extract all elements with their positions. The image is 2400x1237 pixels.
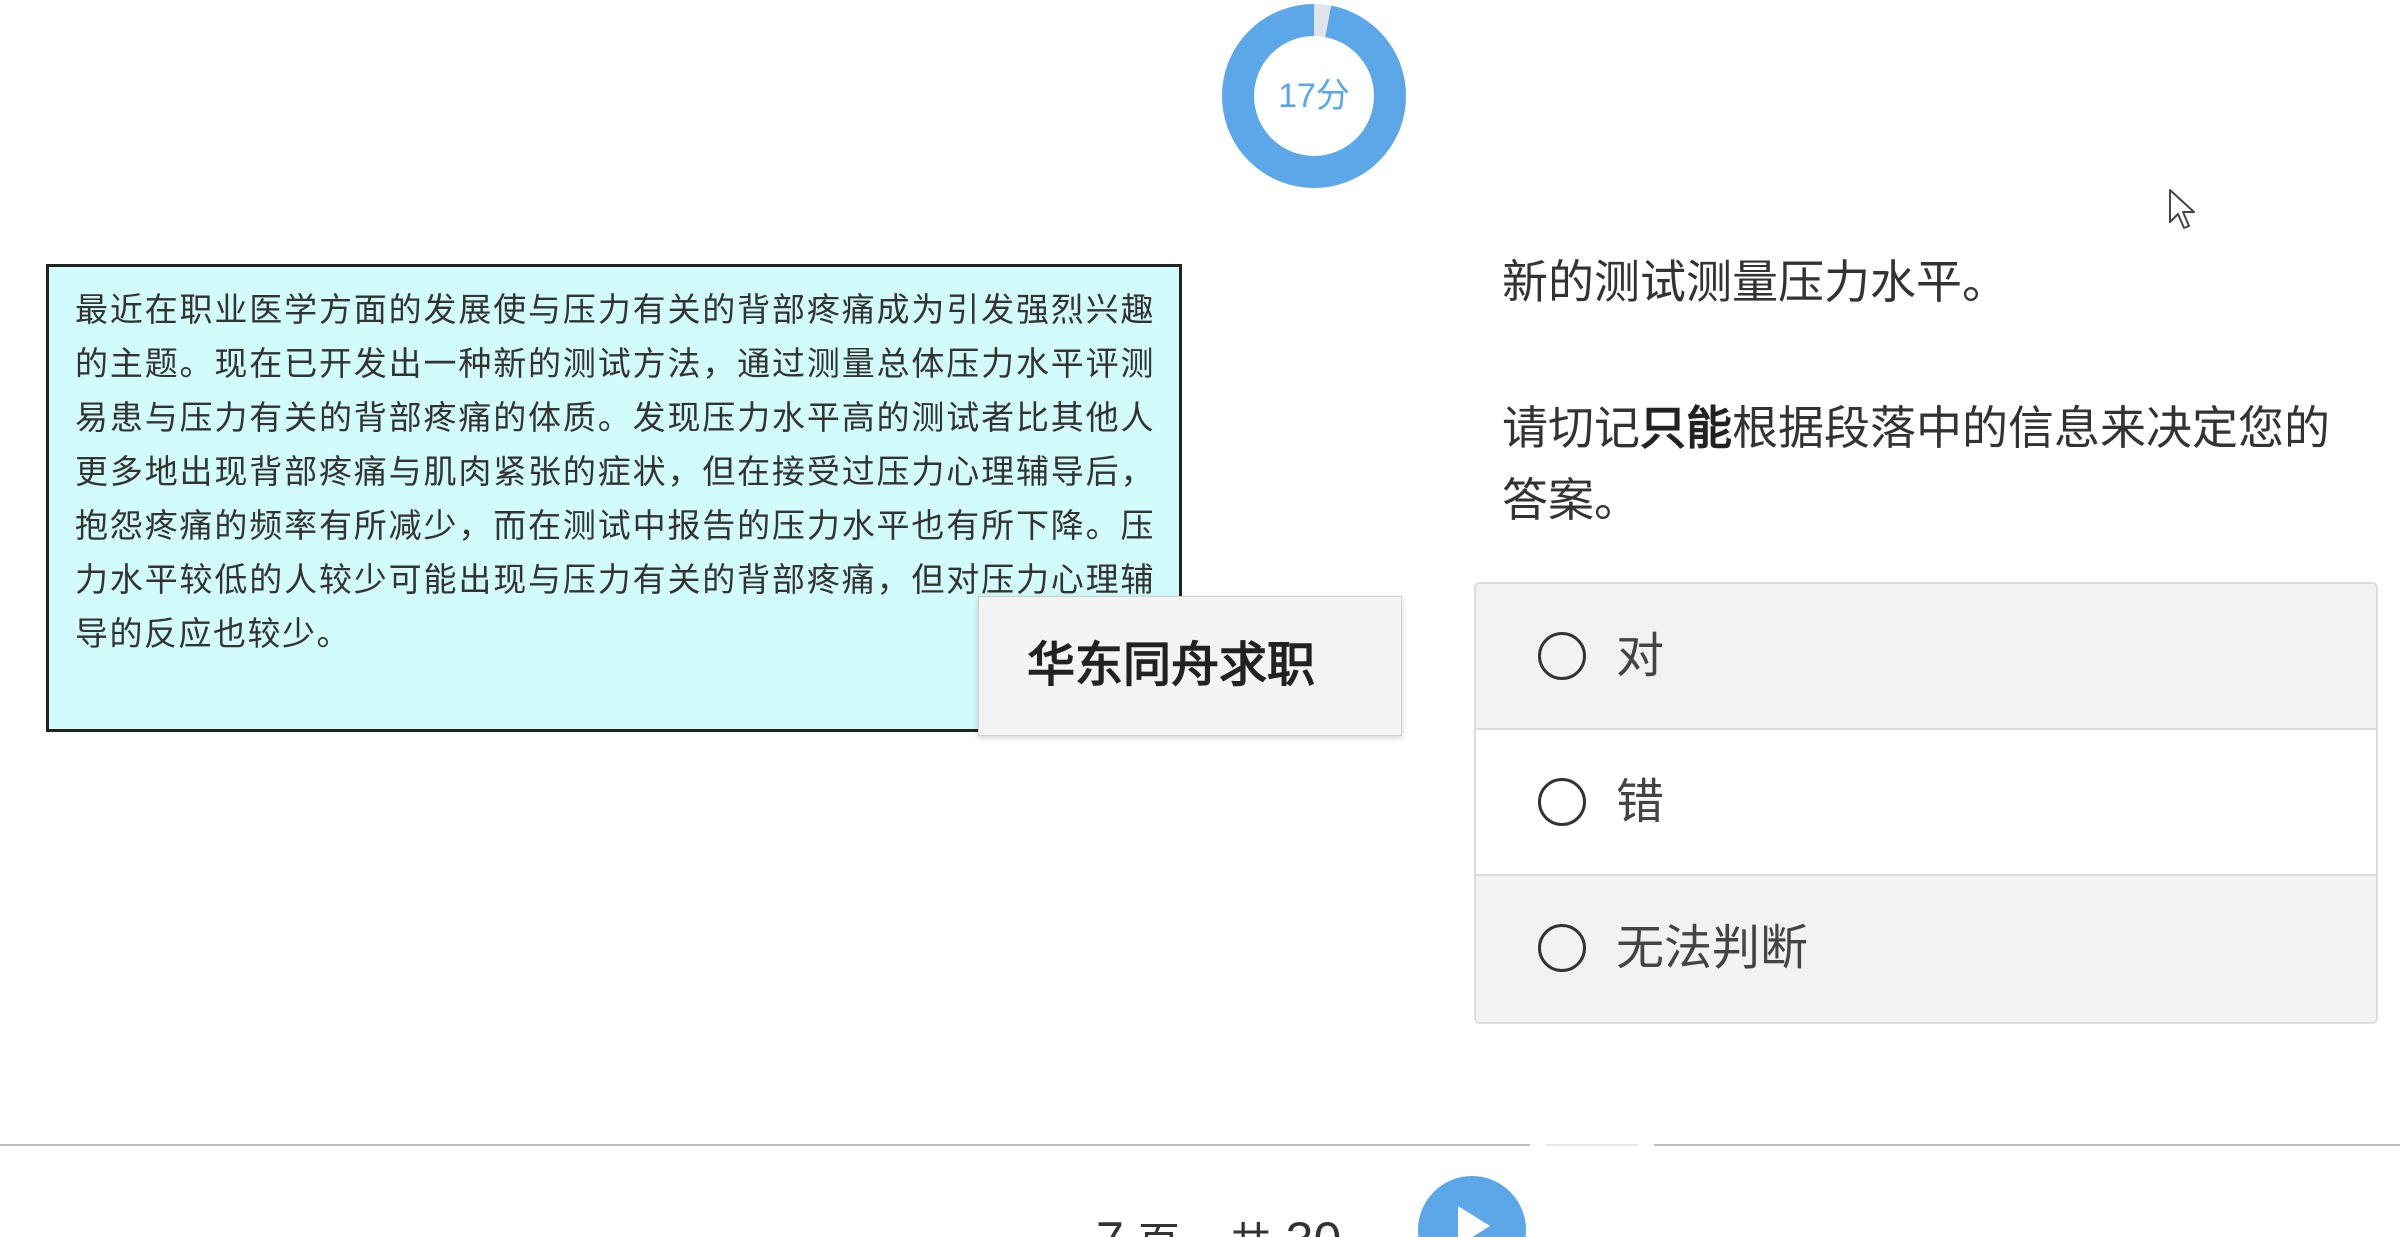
countdown-timer: 17分 <box>1222 4 1406 188</box>
option-cannot-say[interactable]: 无法判断 <box>1476 876 2376 1022</box>
question-statement: 新的测试测量压力水平。 <box>1502 256 2008 308</box>
option-true[interactable]: 对 <box>1476 584 2376 730</box>
radio-circle-icon[interactable] <box>1538 924 1586 972</box>
question-instruction: 请切记只能根据段落中的信息来决定您的答案。 <box>1502 392 2352 536</box>
option-label: 错 <box>1616 776 1665 829</box>
total-prefix: 共 <box>1230 1219 1272 1237</box>
answer-options: 对 错 无法判断 <box>1474 582 2378 1024</box>
option-label: 对 <box>1616 630 1665 683</box>
option-false[interactable]: 错 <box>1476 730 2376 876</box>
instruction-prefix: 请切记 <box>1502 402 1640 454</box>
test-page: 17分 最近在职业医学方面的发展使与压力有关的背部疼痛成为引发强烈兴趣的主题。现… <box>0 0 2400 1237</box>
footer-divider <box>1654 1144 2400 1146</box>
instruction-emphasis: 只能 <box>1640 402 1732 454</box>
current-page: 7 <box>1096 1212 1124 1237</box>
footer-divider <box>0 1144 1530 1146</box>
watermark-popup: 华东同舟求职 <box>978 596 1402 736</box>
radio-circle-icon[interactable] <box>1538 632 1586 680</box>
timer-label: 17分 <box>1278 77 1350 115</box>
radio-circle-icon[interactable] <box>1538 778 1586 826</box>
option-label: 无法判断 <box>1616 922 1809 975</box>
total-pages: 30 <box>1286 1212 1342 1237</box>
mouse-pointer-icon <box>2169 189 2195 229</box>
page-unit: 页 <box>1138 1219 1180 1237</box>
footer-divider <box>1546 1144 1638 1146</box>
page-indicator: 7 页，共 30 <box>1096 1200 1341 1237</box>
play-arrow-icon <box>1458 1206 1490 1237</box>
next-button[interactable] <box>1418 1176 1526 1237</box>
